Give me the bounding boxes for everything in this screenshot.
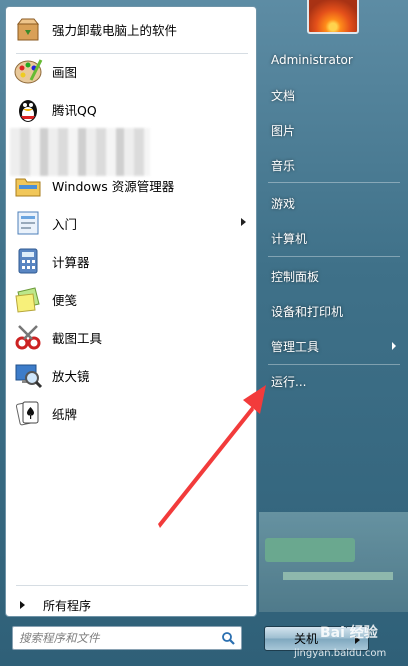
item-label: 图片	[271, 123, 296, 138]
search-input[interactable]	[19, 630, 209, 646]
all-programs-separator	[16, 585, 248, 586]
recent-item-solitaire[interactable]: 纸牌	[10, 395, 254, 431]
places-item-run[interactable]: 运行...	[262, 367, 402, 395]
item-label: 设备和打印机	[271, 304, 344, 319]
recent-item-paint[interactable]: 画图	[10, 53, 254, 89]
sticky-notes-icon	[12, 283, 44, 315]
recent-item-qq[interactable]: 腾讯QQ	[10, 91, 254, 127]
item-label: Windows 资源管理器	[52, 178, 175, 194]
uninstall-box-icon	[12, 13, 44, 45]
paint-palette-icon	[12, 55, 44, 87]
item-label: 计算机	[271, 231, 308, 246]
user-picture-avatar[interactable]	[307, 0, 359, 34]
places-item-control-panel[interactable]: 控制面板	[262, 262, 402, 290]
background-window-element	[283, 572, 393, 580]
snipping-tool-icon	[12, 321, 44, 353]
recent-item-snipping-tool[interactable]: 截图工具	[10, 319, 254, 355]
background-window-element	[265, 538, 355, 562]
item-label: 画图	[52, 64, 78, 80]
item-label: 音乐	[271, 158, 296, 173]
item-label: 管理工具	[271, 339, 320, 354]
places-item-games[interactable]: 游戏	[262, 189, 402, 217]
all-programs-button[interactable]: 所有程序	[14, 593, 250, 617]
solitaire-cards-icon	[12, 397, 44, 429]
start-menu: 强力卸载电脑上的软件 画图 腾讯QQ Windows 资源管理器 入门 计算器 …	[0, 0, 408, 666]
watermark-main: Bai 经验	[320, 625, 378, 641]
submenu-arrow-icon	[392, 342, 396, 350]
recent-item-getting-started[interactable]: 入门	[10, 205, 254, 241]
expand-arrow-icon	[20, 601, 25, 609]
places-separator	[268, 256, 400, 257]
pinned-item-uninstaller[interactable]: 强力卸载电脑上的软件	[10, 11, 254, 47]
item-label: 截图工具	[52, 330, 103, 346]
search-box[interactable]	[12, 626, 242, 650]
item-label: 运行...	[271, 374, 307, 389]
places-item-computer[interactable]: 计算机	[262, 224, 402, 252]
user-name-label: Administrator	[271, 53, 353, 67]
recent-item-explorer[interactable]: Windows 资源管理器	[10, 167, 254, 203]
search-icon[interactable]	[221, 631, 236, 646]
places-item-music[interactable]: 音乐	[262, 151, 402, 179]
places-separator	[268, 364, 400, 365]
qq-penguin-icon	[12, 93, 44, 125]
getting-started-icon	[12, 207, 44, 239]
watermark-sub: jingyan.baidu.com	[294, 648, 387, 659]
programs-pane: 强力卸载电脑上的软件 画图 腾讯QQ Windows 资源管理器 入门 计算器 …	[5, 6, 257, 617]
explorer-folder-icon	[12, 169, 44, 201]
magnifier-icon	[12, 359, 44, 391]
item-label: 文档	[271, 88, 296, 103]
item-label: 控制面板	[271, 269, 320, 284]
item-label: 腾讯QQ	[52, 102, 97, 118]
places-separator	[268, 182, 400, 183]
item-label: 游戏	[271, 196, 296, 211]
recent-item-calculator[interactable]: 计算器	[10, 243, 254, 279]
places-item-pictures[interactable]: 图片	[262, 116, 402, 144]
item-label: 入门	[52, 216, 78, 232]
item-label: 放大镜	[52, 368, 90, 384]
submenu-arrow-icon	[241, 218, 246, 226]
background-window	[259, 512, 408, 612]
places-item-devices-printers[interactable]: 设备和打印机	[262, 297, 402, 325]
recent-item-sticky-notes[interactable]: 便笺	[10, 281, 254, 317]
places-item-documents[interactable]: 文档	[262, 81, 402, 109]
item-label: 计算器	[52, 254, 90, 270]
item-label: 强力卸载电脑上的软件	[52, 22, 178, 38]
recent-item-magnifier[interactable]: 放大镜	[10, 357, 254, 393]
places-item-admin-tools[interactable]: 管理工具	[262, 332, 402, 360]
watermark: Bai 经验 jingyan.baidu.com	[294, 614, 408, 666]
all-programs-label: 所有程序	[43, 598, 92, 613]
item-label: 纸牌	[52, 406, 78, 422]
places-item-user[interactable]: Administrator	[262, 46, 402, 74]
item-label: 便笺	[52, 292, 78, 308]
calculator-icon	[12, 245, 44, 277]
